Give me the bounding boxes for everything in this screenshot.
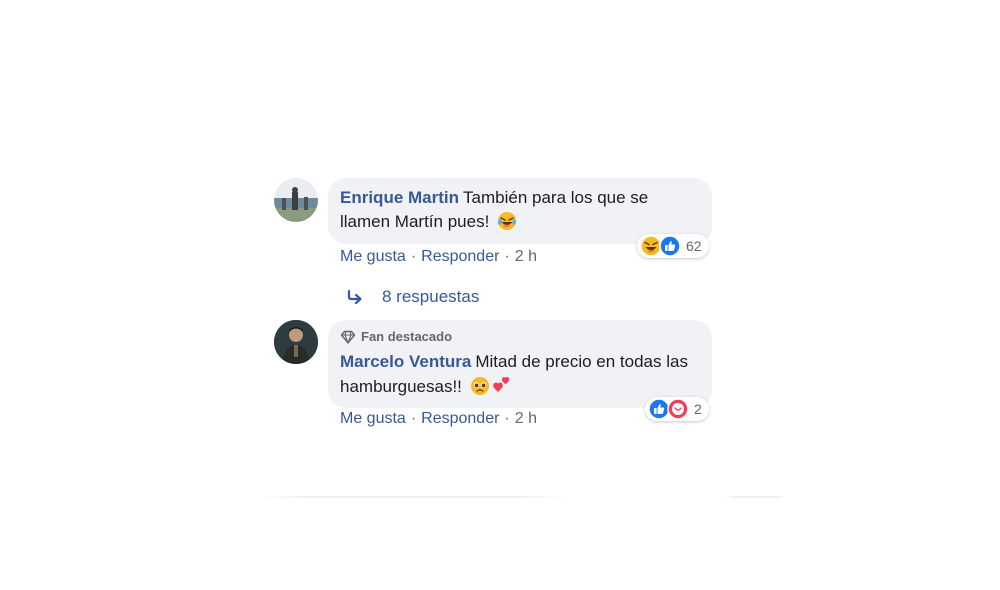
reaction-count: 2	[694, 401, 702, 417]
comment-timestamp[interactable]: 2 h	[515, 248, 537, 266]
fan-badge-label: Fan destacado	[361, 329, 453, 344]
comment-actions: Me gusta · Responder · 2 h	[340, 248, 537, 266]
separator: ·	[504, 410, 510, 427]
like-button[interactable]: Me gusta	[340, 410, 406, 428]
divider	[725, 496, 785, 498]
comment-timestamp[interactable]: 2 h	[515, 410, 537, 428]
separator: ·	[410, 410, 417, 427]
divider	[258, 496, 568, 498]
separator: ·	[504, 248, 510, 265]
reply-button[interactable]: Responder	[421, 248, 499, 266]
comment-author[interactable]: Marcelo Ventura	[340, 352, 471, 371]
like-icon	[659, 235, 681, 257]
comment-author[interactable]: Enrique Martin	[340, 188, 459, 207]
reply-button[interactable]: Responder	[421, 410, 499, 428]
avatar-enrique-martin[interactable]	[274, 178, 318, 222]
diamond-icon	[340, 330, 356, 344]
reaction-summary[interactable]: 62	[637, 234, 709, 258]
reaction-count: 62	[686, 238, 702, 254]
reply-arrow-icon	[347, 290, 362, 304]
two-hearts-emoji	[491, 374, 513, 403]
top-fan-badge: Fan destacado	[340, 328, 700, 346]
care-icon	[667, 398, 689, 420]
separator: ·	[410, 248, 417, 265]
comment-bubble: Fan destacado Marcelo Ventura Mitad de pr…	[328, 320, 712, 408]
view-replies-button[interactable]: 8 respuestas	[346, 287, 479, 307]
comments-section: Enrique Martin También para los que se ll…	[0, 0, 1000, 590]
reaction-summary[interactable]: 2	[645, 397, 709, 421]
pleading-face-emoji	[470, 376, 490, 403]
like-button[interactable]: Me gusta	[340, 248, 406, 266]
replies-count-label: 8 respuestas	[382, 287, 480, 306]
avatar-marcelo-ventura[interactable]	[274, 320, 318, 364]
laughing-tears-emoji	[497, 211, 517, 238]
comment-actions: Me gusta · Responder · 2 h	[340, 410, 537, 428]
